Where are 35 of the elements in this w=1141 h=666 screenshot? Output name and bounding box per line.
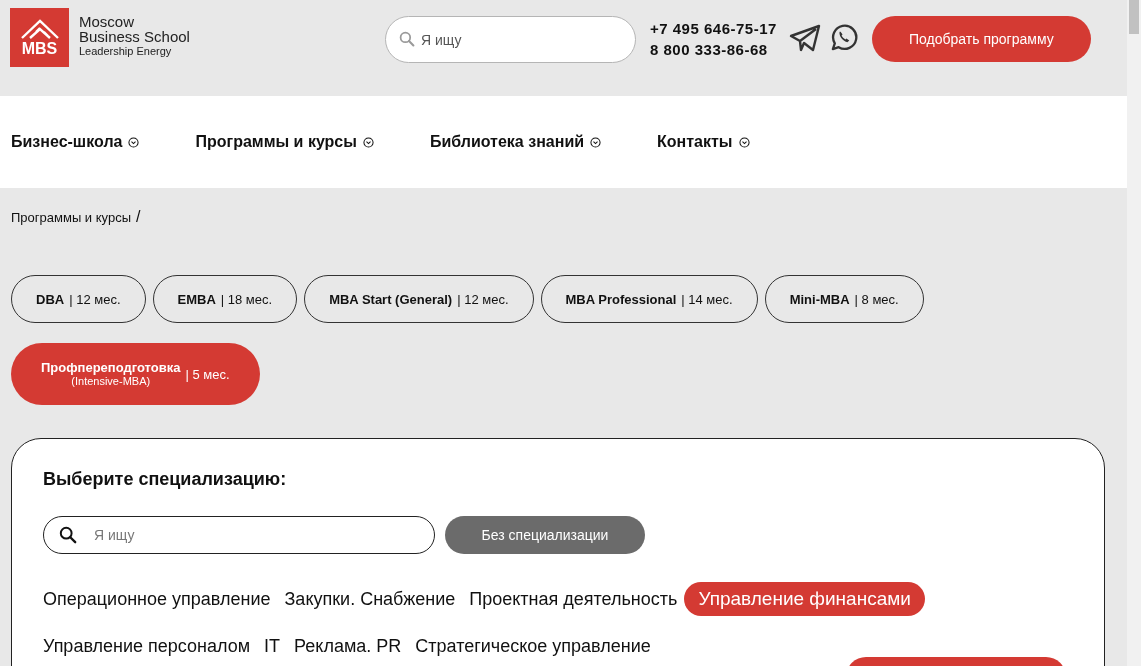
chevron-down-icon bbox=[128, 136, 140, 148]
no-specialization-button[interactable]: Без специализации bbox=[445, 516, 645, 554]
breadcrumb-separator: / bbox=[136, 208, 141, 226]
search-field[interactable]: Я ищу bbox=[385, 16, 636, 63]
pick-program-button[interactable]: Подобрать программу bbox=[871, 16, 1091, 62]
specialization-tag[interactable]: Операционное управление bbox=[36, 582, 278, 616]
specialization-tag[interactable]: Реклама. PR bbox=[287, 630, 409, 663]
nav-menu-item[interactable]: Программы и курсы bbox=[195, 133, 374, 151]
nav-menu-item[interactable]: Бизнес-школа bbox=[11, 133, 140, 151]
mountain-logo-icon bbox=[19, 18, 60, 40]
phone-number[interactable]: +7 495 646-75-17 bbox=[650, 19, 777, 38]
chevron-down-icon bbox=[738, 136, 750, 148]
specialization-tag[interactable]: Стратегическое управление bbox=[408, 630, 658, 663]
specialization-tag[interactable]: Закупки. Снабжение bbox=[277, 582, 463, 616]
chevron-down-icon bbox=[362, 136, 374, 148]
nav-menu-item[interactable]: Контакты bbox=[657, 133, 750, 151]
card-title: Выберите специализацию: bbox=[43, 469, 288, 490]
specialization-tag[interactable]: Проектная деятельность bbox=[462, 582, 685, 616]
paper-plane-icon[interactable] bbox=[788, 23, 821, 53]
nav-menu-item[interactable]: Библиотека знаний bbox=[429, 133, 602, 151]
scrollbar-thumb[interactable] bbox=[1129, 0, 1139, 34]
search-icon bbox=[399, 31, 415, 47]
chevron-down-icon bbox=[590, 136, 602, 148]
logo-name: Business School bbox=[79, 29, 190, 44]
specialization-tag[interactable]: IT bbox=[257, 630, 288, 663]
search-icon bbox=[59, 526, 77, 544]
specialization-tag[interactable]: Управление финансами bbox=[684, 582, 925, 616]
logo-name: Moscow bbox=[79, 14, 135, 29]
logo-tagline: Leadership Energy bbox=[79, 44, 173, 58]
specialization-search-field[interactable]: Я ищу bbox=[43, 516, 435, 554]
specialization-tag[interactable]: Управление персоналом bbox=[36, 630, 258, 663]
logo[interactable]: MBS bbox=[10, 8, 69, 67]
phone-number[interactable]: 8 800 333-86-68 bbox=[650, 40, 777, 59]
breadcrumb-link[interactable]: Программы и курсы bbox=[11, 209, 131, 225]
scrollbar[interactable] bbox=[1127, 0, 1141, 666]
